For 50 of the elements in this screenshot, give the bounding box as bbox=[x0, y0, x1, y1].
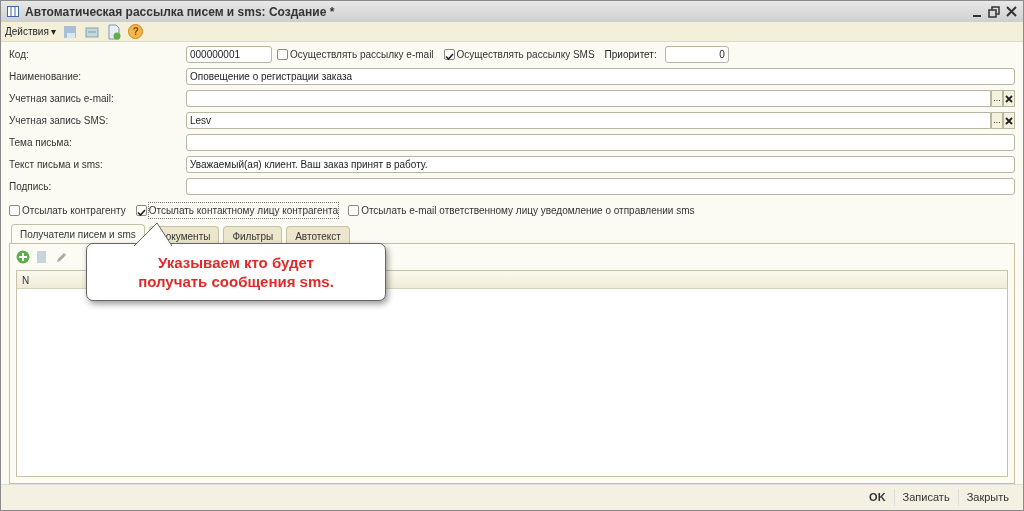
checkbox-label[interactable]: Отсылать e-mail ответственному лицу уведомление о отправлении sms bbox=[361, 203, 695, 218]
ok-button[interactable]: OK bbox=[861, 489, 894, 506]
text-field[interactable] bbox=[186, 178, 1015, 195]
choose-button[interactable]: ... bbox=[991, 90, 1003, 107]
tab[interactable]: Автотекст bbox=[286, 226, 350, 243]
window-title: Автоматическая рассылка писем и sms: Создание * bbox=[25, 3, 336, 21]
clear-button[interactable] bbox=[1003, 90, 1015, 107]
checkbox-label[interactable]: Отсылать контрагенту bbox=[22, 203, 126, 218]
add-document-icon[interactable] bbox=[106, 23, 123, 40]
checkbox[interactable] bbox=[277, 49, 288, 60]
code-field[interactable]: 000000001 bbox=[186, 46, 272, 63]
field-label: Подпись: bbox=[9, 180, 53, 194]
checkbox[interactable] bbox=[348, 205, 360, 216]
tab[interactable]: Получатели писем и sms bbox=[11, 224, 145, 243]
checkmark-icon bbox=[444, 52, 454, 61]
actions-menu[interactable]: Действия bbox=[5, 24, 49, 39]
clear-icon bbox=[1005, 116, 1013, 125]
window-icon bbox=[7, 6, 19, 17]
checkbox-label[interactable]: Осуществлять рассылку e-mail bbox=[290, 47, 434, 62]
priority-field[interactable]: 0 bbox=[664, 46, 729, 63]
clear-icon bbox=[1005, 94, 1013, 103]
checkbox[interactable] bbox=[443, 49, 455, 60]
checkbox-label[interactable]: Осуществлять рассылку SMS bbox=[456, 47, 595, 62]
select-field[interactable] bbox=[186, 90, 991, 107]
help-button[interactable]: ? bbox=[128, 24, 144, 39]
edit-icon[interactable] bbox=[54, 250, 68, 264]
field-label: Наименование: bbox=[9, 70, 83, 84]
tab[interactable]: Фильтры bbox=[223, 226, 283, 243]
caret-icon[interactable]: ▾ bbox=[51, 24, 57, 39]
field-label: Приоритет: bbox=[604, 48, 657, 62]
checkmark-icon bbox=[136, 208, 146, 217]
field-label: Учетная запись SMS: bbox=[9, 114, 110, 128]
restore-icon[interactable] bbox=[988, 5, 1000, 18]
close-icon[interactable] bbox=[1006, 6, 1017, 17]
field-label: Код: bbox=[9, 48, 30, 62]
text-field[interactable]: Оповещение о регистрации заказа bbox=[186, 68, 1015, 85]
text-field[interactable]: Уважаемый(ая) клиент. Ваш заказ принят в работу. bbox=[186, 156, 1015, 173]
text-field[interactable] bbox=[186, 134, 1015, 151]
checkbox[interactable] bbox=[135, 205, 147, 216]
field-label: Учетная запись e-mail: bbox=[9, 92, 115, 106]
add-icon[interactable] bbox=[16, 250, 30, 264]
field-label: Текст письма и sms: bbox=[9, 158, 104, 172]
close-button[interactable]: Закрыть bbox=[957, 489, 1017, 506]
select-field[interactable]: Lesv bbox=[186, 112, 991, 129]
save-button[interactable]: Записать bbox=[893, 489, 958, 506]
checkbox-label[interactable]: Отсылать контактному лицу контрагента bbox=[148, 203, 339, 218]
checkbox[interactable] bbox=[9, 205, 20, 216]
choose-button[interactable]: ... bbox=[991, 112, 1003, 129]
clear-button[interactable] bbox=[1003, 112, 1015, 129]
field-label: Тема письма: bbox=[9, 136, 73, 150]
